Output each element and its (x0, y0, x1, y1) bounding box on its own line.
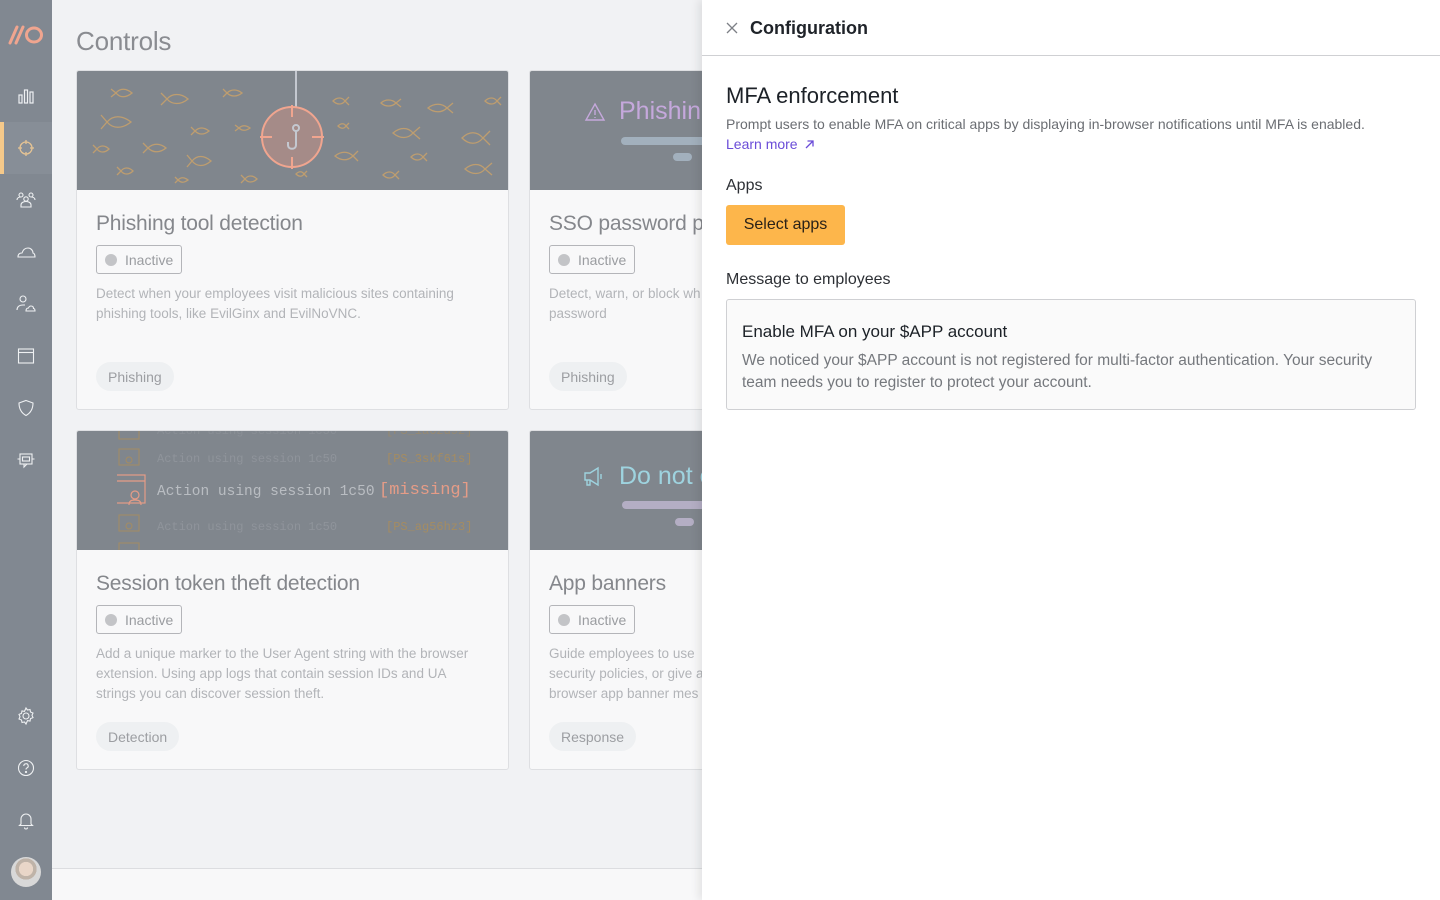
card-title: Session token theft detection (96, 572, 360, 595)
hero-text: Phishing (619, 97, 715, 125)
nav-extension[interactable] (0, 434, 52, 486)
fish-hook-illustration (92, 71, 502, 184)
close-icon[interactable] (724, 20, 740, 36)
message-title: Enable MFA on your $APP account (742, 322, 1008, 341)
category-tag: Detection (96, 722, 180, 751)
external-link-icon (805, 139, 814, 148)
user-cloud-icon (16, 295, 36, 312)
control-card-session-token-theft[interactable]: Action using session 1c50 [PS_1a6zd9z] A… (76, 430, 509, 770)
card-illustration: Action using session 1c50 [PS_1a6zd9z] A… (77, 431, 508, 550)
footer-bar (52, 868, 702, 900)
select-apps-button[interactable]: Select apps (726, 205, 845, 245)
app-logo[interactable] (8, 24, 44, 46)
status-dot (558, 253, 570, 266)
learn-more-link[interactable]: Learn more (726, 136, 815, 152)
gear-icon (18, 706, 34, 726)
status-dot (558, 613, 570, 626)
nav-help[interactable] (0, 742, 52, 794)
status-badge: Inactive (96, 245, 183, 274)
status-dot (105, 253, 117, 266)
message-preview[interactable]: Enable MFA on your $APP account We notic… (726, 299, 1416, 410)
warning-icon (584, 102, 606, 121)
control-card-phishing-tool-detection[interactable]: Phishing tool detection Inactive Detect … (76, 70, 509, 410)
nav-security[interactable] (0, 382, 52, 434)
crosshair-icon (18, 140, 34, 156)
browser-window-icon (17, 348, 35, 364)
hero-bar-small (673, 153, 692, 161)
card-illustration (77, 71, 508, 190)
status-badge: Inactive (549, 245, 636, 274)
category-tag: Phishing (96, 362, 174, 391)
hero-bar-small (675, 518, 694, 526)
card-description: Detect when your employees visit malicio… (96, 286, 454, 321)
status-badge: Inactive (96, 605, 183, 634)
card-title: Phishing tool detection (96, 212, 303, 235)
avatar[interactable] (11, 857, 41, 887)
nav-notifications[interactable] (0, 794, 52, 846)
sidebar (0, 0, 52, 900)
section-description: Prompt users to enable MFA on critical a… (726, 116, 1365, 132)
bell-icon (18, 813, 34, 830)
nav-people[interactable] (0, 174, 52, 226)
nav-cloud[interactable] (0, 226, 52, 278)
category-tag: Phishing (549, 362, 627, 391)
message-label: Message to employees (726, 271, 891, 288)
status-badge: Inactive (549, 605, 636, 634)
card-description: Add a unique marker to the User Agent st… (96, 646, 469, 701)
nav-browser[interactable] (0, 330, 52, 382)
configuration-drawer: Configuration MFA enforcement Prompt use… (702, 0, 1440, 900)
session-user-icons (117, 431, 146, 550)
main-content: Controls Phishing tool detection Inactiv… (52, 0, 962, 868)
users-icon (16, 192, 36, 208)
help-icon (17, 759, 35, 777)
category-tag: Response (549, 722, 637, 751)
message-body: We noticed your $APP account is not regi… (742, 352, 1373, 391)
status-dot (105, 613, 117, 626)
nav-controls[interactable] (0, 122, 52, 174)
shield-icon (18, 399, 34, 417)
nav-settings[interactable] (0, 690, 52, 742)
drawer-title: Configuration (750, 18, 868, 38)
nav-identities[interactable] (0, 278, 52, 330)
drawer-header: Configuration (702, 0, 1440, 56)
extension-icon (17, 453, 35, 469)
nav-analytics[interactable] (0, 70, 52, 122)
megaphone-icon (584, 466, 602, 487)
section-title: MFA enforcement (726, 83, 899, 108)
cloud-icon (17, 247, 36, 258)
page-title: Controls (76, 26, 172, 56)
bar-chart-icon (18, 89, 34, 104)
hero-text: Do not e (619, 462, 714, 490)
apps-label: Apps (726, 177, 763, 194)
